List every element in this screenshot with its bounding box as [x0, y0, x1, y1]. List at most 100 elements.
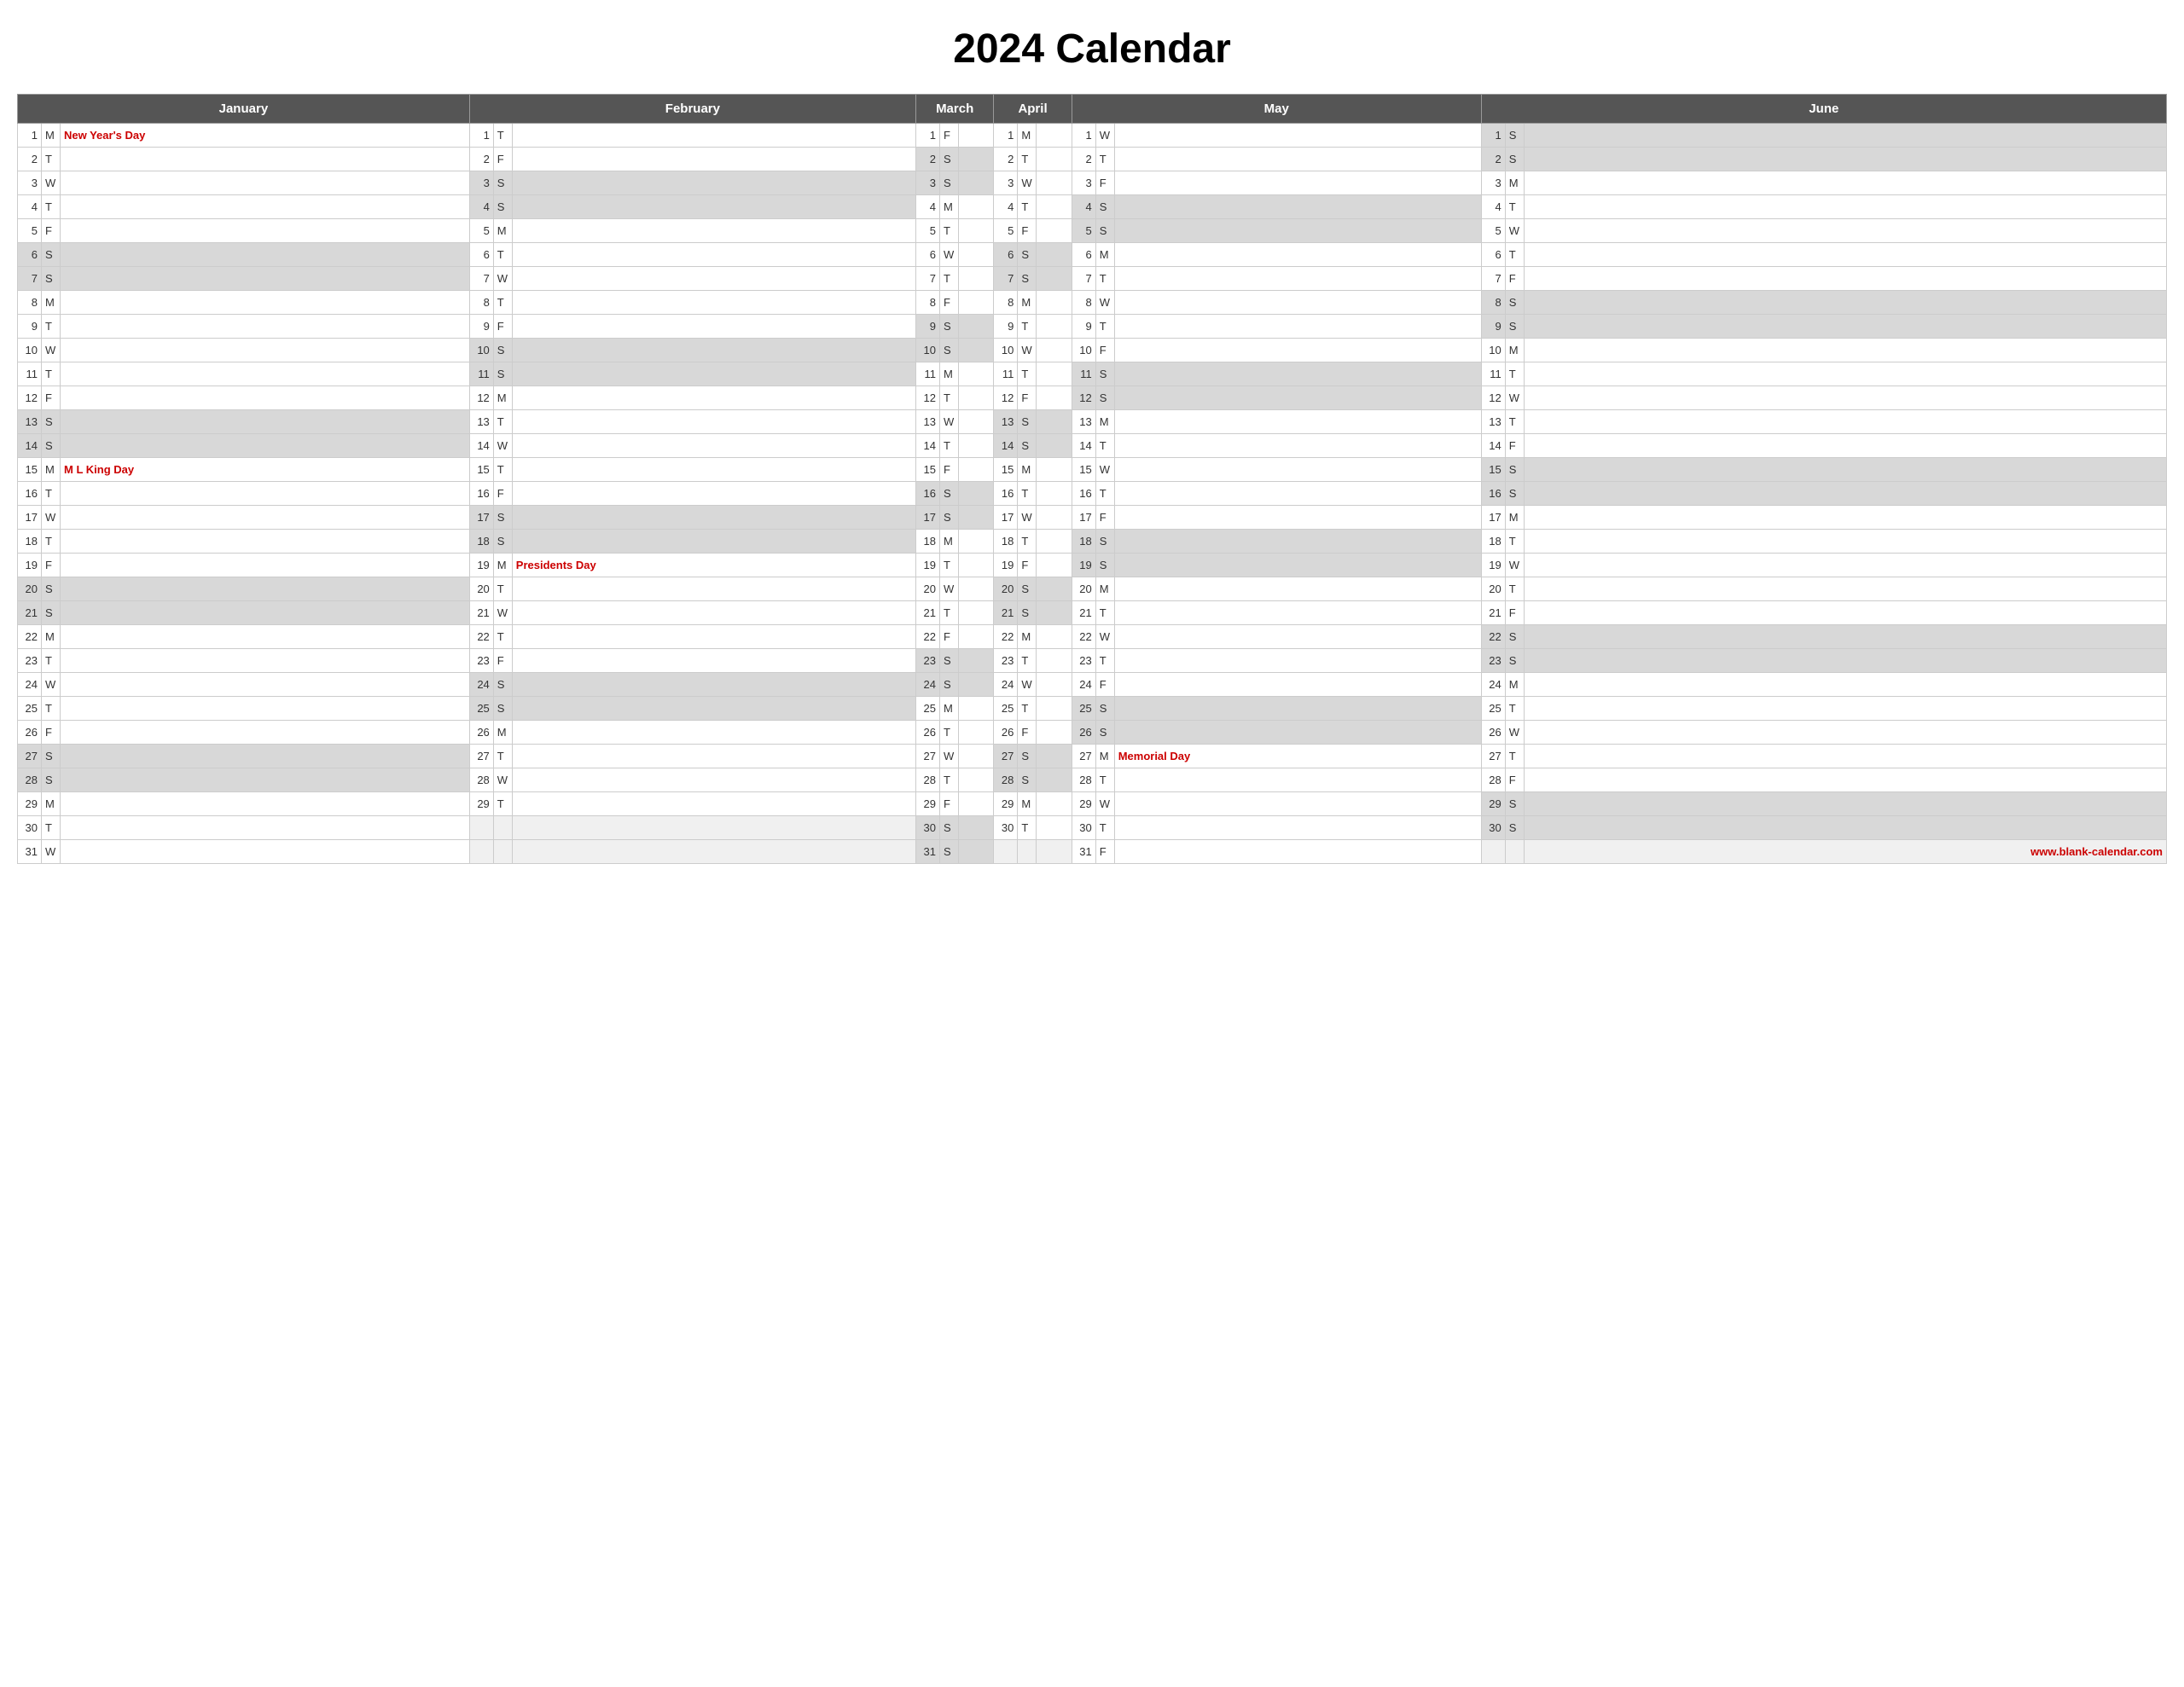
day-letter-jan-4: T: [42, 195, 61, 219]
holiday-cell-feb-7: [512, 267, 915, 291]
day-num-jun-19: 19: [1481, 554, 1505, 577]
holiday-cell-mar-21: [958, 601, 993, 625]
day-letter-mar-28: T: [939, 768, 958, 792]
holiday-cell-feb-27: [512, 745, 915, 768]
holiday-cell-may-13: [1114, 410, 1481, 434]
holiday-cell-jan-25: [61, 697, 470, 721]
day-letter-feb-12: M: [493, 386, 512, 410]
holiday-cell-may-5: [1114, 219, 1481, 243]
day-letter-feb-20: T: [493, 577, 512, 601]
holiday-cell-may-15: [1114, 458, 1481, 482]
holiday-cell-feb-10: [512, 339, 915, 362]
day-num-jan-12: 12: [18, 386, 42, 410]
day-letter-apr-12: F: [1018, 386, 1037, 410]
day-num-feb-8: 8: [469, 291, 493, 315]
holiday-cell-apr-18: [1037, 530, 1072, 554]
day-num-feb-12: 12: [469, 386, 493, 410]
day-num-jun-10: 10: [1481, 339, 1505, 362]
holiday-cell-jun-6: [1524, 243, 2166, 267]
day-num-apr-2: 2: [994, 148, 1018, 171]
day-num-feb-24: 24: [469, 673, 493, 697]
holiday-cell-may-24: [1114, 673, 1481, 697]
day-num-apr-21: 21: [994, 601, 1018, 625]
day-num-jan-31: 31: [18, 840, 42, 864]
day-num-jan-18: 18: [18, 530, 42, 554]
holiday-cell-jan-12: [61, 386, 470, 410]
day-letter-jun-5: W: [1505, 219, 1524, 243]
holiday-cell-feb-3: [512, 171, 915, 195]
empty-day-letter: [1505, 840, 1524, 864]
day-num-mar-24: 24: [915, 673, 939, 697]
holiday-cell-jun-21: [1524, 601, 2166, 625]
day-num-jun-25: 25: [1481, 697, 1505, 721]
month-header-apr: April: [994, 95, 1072, 124]
day-letter-mar-12: T: [939, 386, 958, 410]
day-letter-mar-27: W: [939, 745, 958, 768]
day-num-mar-12: 12: [915, 386, 939, 410]
day-num-may-10: 10: [1072, 339, 1095, 362]
day-letter-may-28: T: [1095, 768, 1114, 792]
holiday-cell-jun-19: [1524, 554, 2166, 577]
day-num-mar-2: 2: [915, 148, 939, 171]
day-letter-mar-4: M: [939, 195, 958, 219]
day-num-mar-29: 29: [915, 792, 939, 816]
day-num-jan-3: 3: [18, 171, 42, 195]
day-letter-feb-9: F: [493, 315, 512, 339]
day-num-jan-8: 8: [18, 291, 42, 315]
day-letter-apr-1: M: [1018, 124, 1037, 148]
holiday-cell-may-21: [1114, 601, 1481, 625]
day-num-jun-29: 29: [1481, 792, 1505, 816]
day-letter-feb-22: T: [493, 625, 512, 649]
day-num-may-28: 28: [1072, 768, 1095, 792]
day-num-feb-20: 20: [469, 577, 493, 601]
day-letter-jun-29: S: [1505, 792, 1524, 816]
holiday-cell-jan-18: [61, 530, 470, 554]
day-letter-apr-29: M: [1018, 792, 1037, 816]
day-letter-jun-21: F: [1505, 601, 1524, 625]
holiday-cell-may-1: [1114, 124, 1481, 148]
day-letter-jun-14: F: [1505, 434, 1524, 458]
holiday-cell-may-4: [1114, 195, 1481, 219]
day-letter-feb-5: M: [493, 219, 512, 243]
day-num-may-15: 15: [1072, 458, 1095, 482]
holiday-cell-feb-28: [512, 768, 915, 792]
website-link[interactable]: www.blank-calendar.com: [1524, 840, 2166, 864]
day-num-jan-27: 27: [18, 745, 42, 768]
holiday-cell-mar-20: [958, 577, 993, 601]
holiday-cell-mar-15: [958, 458, 993, 482]
holiday-cell-apr-28: [1037, 768, 1072, 792]
day-num-feb-25: 25: [469, 697, 493, 721]
day-letter-jun-8: S: [1505, 291, 1524, 315]
day-num-apr-11: 11: [994, 362, 1018, 386]
day-num-jan-17: 17: [18, 506, 42, 530]
day-letter-feb-14: W: [493, 434, 512, 458]
holiday-cell-feb-14: [512, 434, 915, 458]
day-letter-feb-24: S: [493, 673, 512, 697]
day-num-feb-28: 28: [469, 768, 493, 792]
holiday-cell-may-3: [1114, 171, 1481, 195]
day-letter-jan-21: S: [42, 601, 61, 625]
day-num-feb-9: 9: [469, 315, 493, 339]
day-letter-jan-8: M: [42, 291, 61, 315]
holiday-cell-jan-7: [61, 267, 470, 291]
day-num-may-21: 21: [1072, 601, 1095, 625]
holiday-cell-jun-30: [1524, 816, 2166, 840]
day-letter-may-6: M: [1095, 243, 1114, 267]
day-letter-jan-24: W: [42, 673, 61, 697]
day-letter-may-7: T: [1095, 267, 1114, 291]
holiday-cell-mar-6: [958, 243, 993, 267]
day-letter-may-24: F: [1095, 673, 1114, 697]
day-num-apr-16: 16: [994, 482, 1018, 506]
day-letter-jan-20: S: [42, 577, 61, 601]
holiday-cell-jan-5: [61, 219, 470, 243]
holiday-cell-mar-29: [958, 792, 993, 816]
day-letter-jan-1: M: [42, 124, 61, 148]
day-letter-jun-28: F: [1505, 768, 1524, 792]
day-num-apr-22: 22: [994, 625, 1018, 649]
day-letter-may-23: T: [1095, 649, 1114, 673]
day-letter-apr-4: T: [1018, 195, 1037, 219]
day-num-apr-4: 4: [994, 195, 1018, 219]
holiday-cell-apr-17: [1037, 506, 1072, 530]
day-letter-feb-7: W: [493, 267, 512, 291]
day-letter-mar-10: S: [939, 339, 958, 362]
